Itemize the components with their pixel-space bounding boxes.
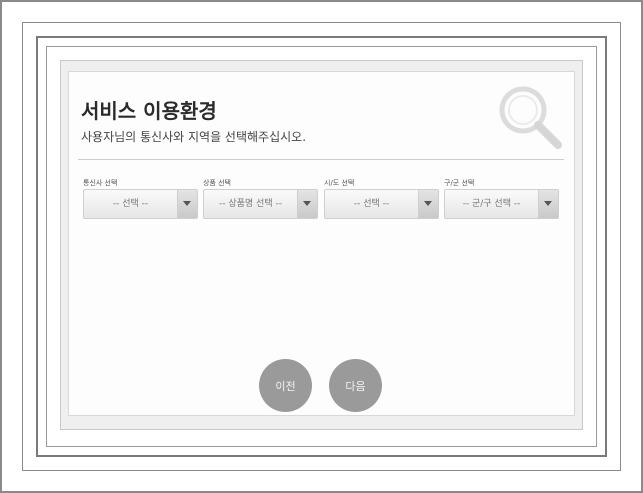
chevron-down-icon[interactable]: [297, 190, 317, 218]
chevron-down-icon[interactable]: [177, 190, 197, 218]
carrier-field: 통신사 선택 -- 선택 --: [83, 178, 198, 219]
district-select[interactable]: -- 군/구 선택 --: [444, 189, 559, 219]
province-select-value: -- 선택 --: [353, 199, 390, 209]
next-button[interactable]: 다음: [329, 359, 382, 412]
page-title: 서비스 이용환경: [81, 99, 217, 123]
carrier-select[interactable]: -- 선택 --: [83, 189, 198, 219]
chevron-down-icon[interactable]: [538, 190, 558, 218]
province-select[interactable]: -- 선택 --: [324, 189, 439, 219]
carrier-select-value: -- 선택 --: [112, 199, 149, 209]
product-label: 상품 선택: [203, 179, 231, 187]
header-divider: [78, 159, 564, 160]
product-select-value: -- 상품명 선택 --: [219, 199, 282, 209]
province-field: 시/도 선택 -- 선택 --: [324, 178, 439, 219]
product-field: 상품 선택 -- 상품명 선택 --: [203, 178, 318, 219]
carrier-label: 통신사 선택: [83, 179, 118, 187]
district-select-value: -- 군/구 선택 --: [462, 199, 521, 209]
district-field: 구/군 선택 -- 군/구 선택 --: [444, 178, 559, 219]
province-label: 시/도 선택: [324, 179, 355, 187]
page-subtitle: 사용자님의 통신사와 지역을 선택해주십시오.: [81, 130, 307, 144]
prev-button[interactable]: 이전: [259, 359, 312, 412]
district-label: 구/군 선택: [444, 179, 475, 187]
search-icon: [499, 86, 562, 149]
chevron-down-icon[interactable]: [418, 190, 438, 218]
product-select[interactable]: -- 상품명 선택 --: [203, 189, 318, 219]
